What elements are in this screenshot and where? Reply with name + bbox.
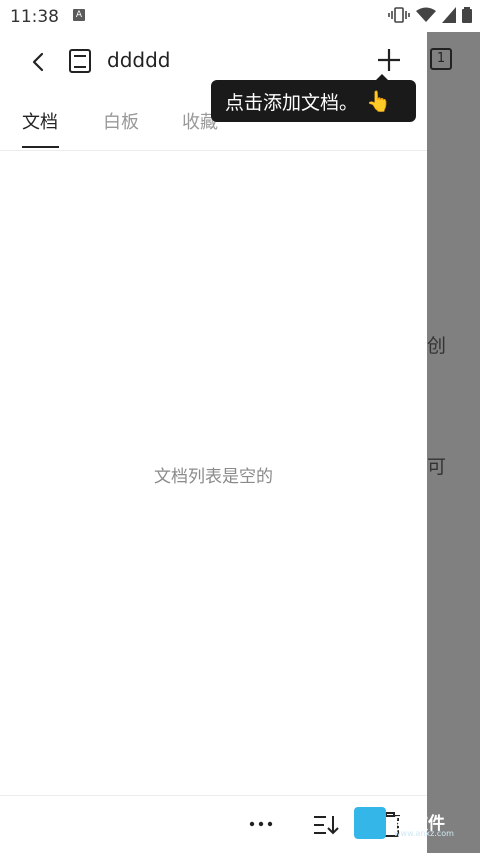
more-button[interactable] [248,814,274,834]
notebook-icon [68,48,92,74]
tooltip-text: 点击添加文档。 [225,91,359,114]
overlay-partial-text-2: 可 [427,456,447,478]
pointing-hand-icon: 👆 [366,89,391,113]
status-icons [388,7,472,23]
tab-documents[interactable]: 文档 [22,108,58,134]
chevron-left-icon [32,52,44,72]
vibrate-icon [388,7,410,23]
sort-button[interactable] [312,812,340,838]
tab-active-indicator [22,146,59,148]
dim-overlay[interactable] [427,32,480,853]
wifi-icon [416,7,436,22]
battery-icon [462,7,472,23]
status-bar: 11:38 A [0,0,480,32]
status-time: 11:38 [10,7,59,27]
notebook-count-button[interactable]: 1 [430,48,452,70]
watermark-logo-icon [354,807,386,839]
overlay-partial-text-1: 创 [427,335,447,357]
more-horizontal-icon [249,821,273,827]
notebook-panel: ddddd 文档 白板 收藏 文档列表是空的 [0,32,427,853]
watermark: 安软件 www.anxz.com [354,807,474,841]
add-document-button[interactable] [375,46,403,74]
sort-icon [314,816,339,835]
notebook-title: ddddd [107,48,171,72]
watermark-subtext: www.anxz.com [394,829,454,838]
tab-whiteboards[interactable]: 白板 [103,108,139,134]
back-button[interactable] [24,48,52,76]
notification-a-icon: A [73,9,85,21]
empty-state-text: 文档列表是空的 [154,467,273,487]
signal-icon [442,7,456,23]
plus-icon [378,49,400,71]
add-document-tooltip: 点击添加文档。 👆 [211,80,416,122]
